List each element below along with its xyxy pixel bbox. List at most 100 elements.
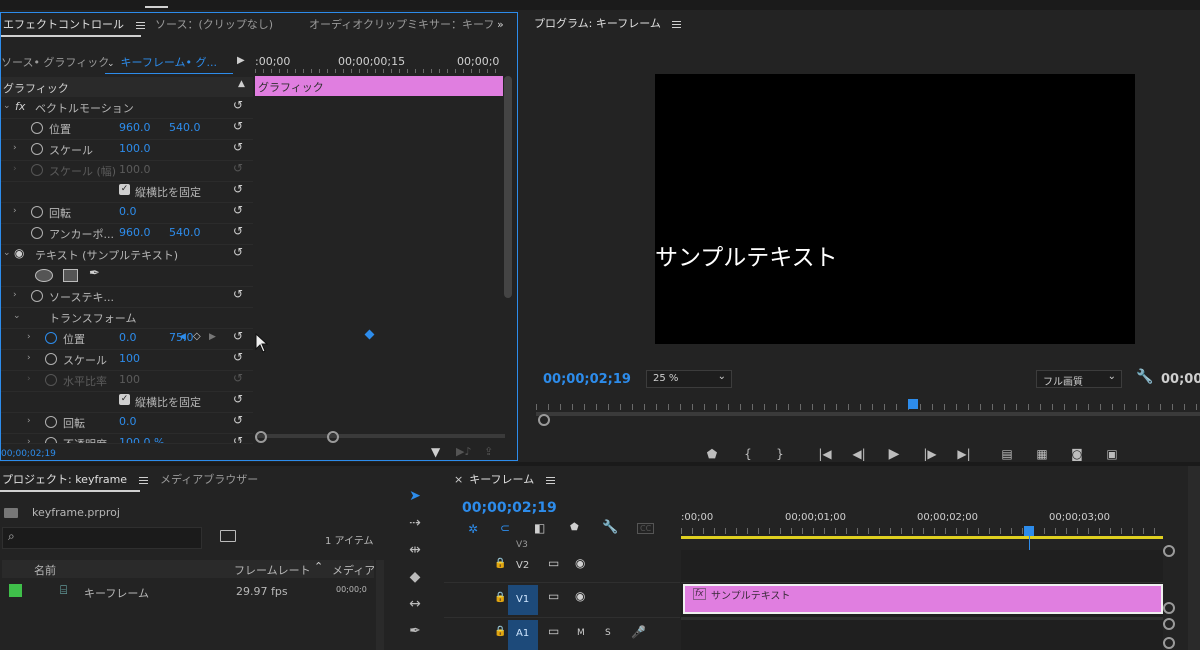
- camera-icon[interactable]: ◙: [1067, 446, 1087, 462]
- column-header-frame-rate[interactable]: フレームレート: [234, 562, 311, 578]
- ripple-edit-tool-icon[interactable]: ⇹: [403, 539, 427, 561]
- lift-icon[interactable]: ▤: [997, 446, 1017, 462]
- panel-menu-icon[interactable]: [545, 475, 555, 486]
- scrub-handle-left[interactable]: [538, 414, 550, 426]
- linked-selection-icon[interactable]: ⊂: [500, 521, 510, 535]
- scrub-ruler[interactable]: [536, 404, 1200, 410]
- anchor-y-value[interactable]: 540.0: [169, 226, 201, 239]
- program-timecode[interactable]: 00;00;02;19: [543, 372, 631, 387]
- position-x-value[interactable]: 960.0: [119, 121, 151, 134]
- chevron-right-icon[interactable]: ›: [13, 143, 17, 153]
- play-icon[interactable]: ▶: [884, 446, 904, 462]
- ellipse-mask-icon[interactable]: [35, 269, 53, 282]
- stopwatch-icon[interactable]: [45, 437, 57, 443]
- chevron-down-icon[interactable]: ⌄: [3, 101, 11, 111]
- zoom-select[interactable]: 25 % ⌄: [646, 370, 732, 388]
- razor-tool-icon[interactable]: ◆: [403, 566, 427, 588]
- text-rotation-value[interactable]: 0.0: [119, 415, 137, 428]
- tab-source[interactable]: ソース：(クリップなし): [155, 13, 273, 37]
- clip-selector[interactable]: ⌄ キーフレーム• グ...: [105, 53, 233, 74]
- add-keyframe-icon[interactable]: ◇: [193, 331, 201, 342]
- stopwatch-icon[interactable]: [45, 353, 57, 365]
- lock-icon[interactable]: 🔒: [494, 558, 506, 569]
- close-icon[interactable]: ×: [454, 473, 463, 486]
- zoom-handle-right[interactable]: [327, 431, 339, 443]
- reset-icon[interactable]: ↺: [233, 99, 245, 111]
- zoom-handle-left[interactable]: [255, 431, 267, 443]
- panel-menu-icon[interactable]: [138, 475, 148, 486]
- sync-lock-icon[interactable]: ▭: [548, 624, 559, 638]
- program-monitor-title[interactable]: プログラム: キーフレーム: [534, 12, 682, 36]
- opacity-value[interactable]: 100.0 %: [119, 436, 164, 443]
- reset-icon[interactable]: ↺: [233, 120, 245, 132]
- chevron-right-icon[interactable]: ›: [27, 416, 31, 426]
- rectangle-mask-icon[interactable]: [63, 269, 78, 282]
- project-scrollbar[interactable]: [376, 560, 384, 650]
- workspace-tab-indicator[interactable]: [145, 6, 168, 8]
- microphone-icon[interactable]: 🎤: [631, 625, 646, 639]
- text-position-x-value[interactable]: 0.0: [119, 331, 137, 344]
- eye-icon[interactable]: ◉: [575, 556, 585, 570]
- go-to-in-icon[interactable]: |◀: [815, 446, 835, 462]
- stopwatch-icon[interactable]: [45, 332, 57, 344]
- chevron-down-icon[interactable]: ⌄: [13, 311, 21, 321]
- source-selector[interactable]: ソース• グラフィック: [1, 53, 109, 73]
- next-keyframe-icon[interactable]: ▶: [209, 332, 216, 342]
- sort-up-icon[interactable]: ⌃: [314, 560, 323, 573]
- reset-icon[interactable]: ↺: [233, 225, 245, 237]
- lock-icon[interactable]: 🔒: [494, 626, 506, 637]
- reset-icon[interactable]: ↺: [233, 288, 245, 300]
- selection-tool-icon[interactable]: ➤: [403, 485, 427, 507]
- zoom-scrollbar-track[interactable]: [257, 434, 505, 438]
- uniform-scale-checkbox[interactable]: ✓: [119, 184, 130, 195]
- snap-icon[interactable]: ✲: [468, 522, 478, 536]
- stopwatch-icon[interactable]: [31, 290, 43, 302]
- tab-effect-controls[interactable]: エフェクトコントロール: [3, 13, 145, 37]
- anchor-x-value[interactable]: 960.0: [119, 226, 151, 239]
- track-v1-label[interactable]: V1: [516, 594, 529, 605]
- stopwatch-icon[interactable]: [31, 206, 43, 218]
- wrench-icon[interactable]: 🔧: [602, 520, 618, 535]
- reset-icon[interactable]: ↺: [233, 435, 245, 443]
- reset-icon[interactable]: ↺: [233, 330, 245, 342]
- collapse-up-icon[interactable]: ▲: [238, 79, 245, 89]
- playhead-handle[interactable]: [1024, 526, 1034, 536]
- tab-audio-clip-mixer[interactable]: オーディオクリップミキサー：キーフ: [309, 13, 494, 37]
- program-video-frame[interactable]: サンプルテキスト: [655, 74, 1135, 344]
- track-select-tool-icon[interactable]: ⇢: [403, 512, 427, 534]
- scale-value[interactable]: 100.0: [119, 142, 151, 155]
- vertical-scrollbar[interactable]: [504, 76, 512, 298]
- pen-tool-icon[interactable]: ✒: [403, 620, 427, 642]
- position-y-value[interactable]: 540.0: [169, 121, 201, 134]
- reset-icon[interactable]: ↺: [233, 141, 245, 153]
- tab-project[interactable]: プロジェクト: keyframe: [2, 468, 148, 492]
- vertical-zoom-handle[interactable]: [1163, 545, 1175, 557]
- lock-icon[interactable]: 🔒: [494, 592, 506, 603]
- chevron-right-icon[interactable]: ›: [27, 332, 31, 342]
- stopwatch-icon[interactable]: [31, 122, 43, 134]
- rotation-value[interactable]: 0.0: [119, 205, 137, 218]
- track-a1-label[interactable]: A1: [516, 628, 529, 639]
- eye-icon[interactable]: ◉: [14, 246, 24, 260]
- captions-icon[interactable]: CC: [637, 523, 655, 534]
- fx-icon[interactable]: fx: [15, 100, 25, 113]
- reset-icon[interactable]: ↺: [233, 246, 245, 258]
- chevron-right-icon[interactable]: ›: [27, 437, 31, 443]
- eye-icon[interactable]: ◉: [575, 589, 585, 603]
- stopwatch-icon[interactable]: [31, 227, 43, 239]
- sync-lock-icon[interactable]: ▭: [548, 556, 559, 570]
- add-marker-icon[interactable]: ⬟: [702, 446, 722, 462]
- chevron-right-icon[interactable]: ›: [13, 290, 17, 300]
- filter-icon[interactable]: ▼: [431, 445, 440, 459]
- reset-icon[interactable]: ↺: [233, 183, 245, 195]
- timeline-tab[interactable]: × キーフレーム: [454, 468, 555, 492]
- mark-out-icon[interactable]: }: [770, 446, 790, 462]
- timeline-clip[interactable]: fx サンプルテキスト: [683, 584, 1163, 614]
- mark-in-icon[interactable]: {: [738, 446, 758, 462]
- panel-menu-icon[interactable]: [672, 19, 682, 30]
- column-header-name[interactable]: 名前: [34, 562, 56, 578]
- graphic-clip-bar[interactable]: グラフィック: [255, 76, 503, 96]
- label-color-swatch[interactable]: [9, 584, 22, 597]
- previous-keyframe-icon[interactable]: ◀: [179, 332, 186, 342]
- tab-media-browser[interactable]: メディアブラウザー: [160, 468, 258, 492]
